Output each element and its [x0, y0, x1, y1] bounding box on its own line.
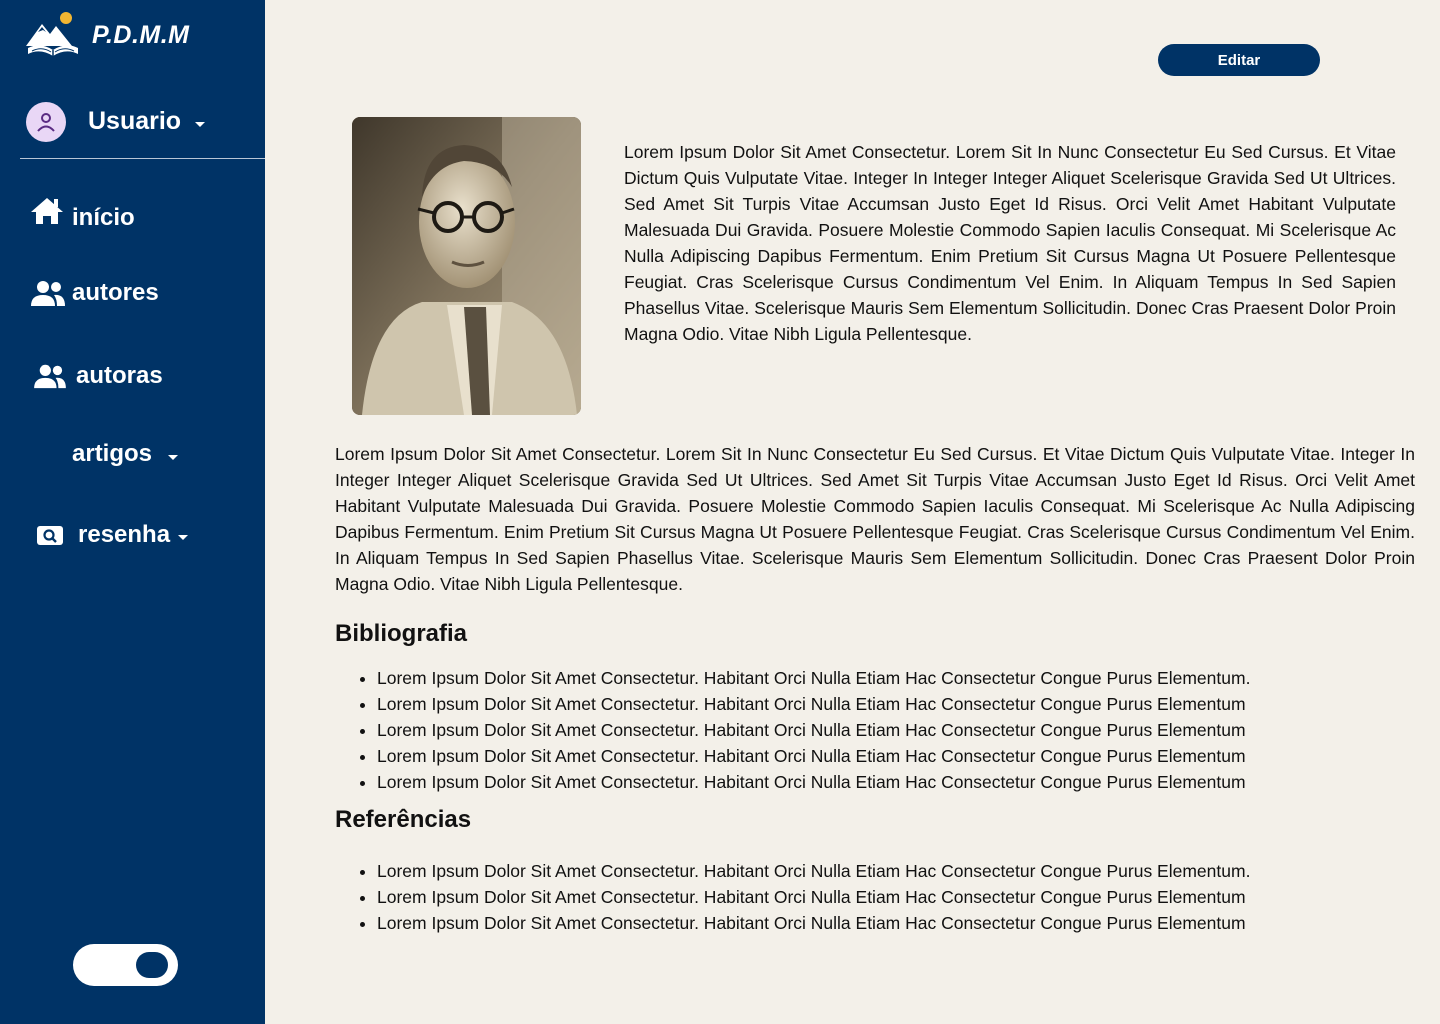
nav-item-autores[interactable]: autores	[30, 278, 159, 308]
people-icon	[33, 362, 69, 390]
nav-item-artigos[interactable]: artigos	[72, 440, 179, 468]
body-paragraph: Lorem Ipsum Dolor Sit Amet Consectetur. …	[335, 444, 1415, 594]
edit-button[interactable]: Editar	[1158, 44, 1320, 76]
theme-toggle[interactable]	[73, 944, 178, 986]
referencias-list: Lorem Ipsum Dolor Sit Amet Consectetur. …	[377, 858, 1407, 936]
people-icon	[30, 278, 66, 308]
logo[interactable]: P.D.M.M	[22, 10, 190, 60]
list-item: Lorem Ipsum Dolor Sit Amet Consectetur. …	[377, 858, 1407, 884]
toggle-knob	[136, 952, 168, 978]
list-item: Lorem Ipsum Dolor Sit Amet Consectetur. …	[377, 717, 1407, 743]
nav-label-autoras: autoras	[76, 362, 163, 389]
chevron-down-icon	[168, 454, 179, 460]
bibliografia-list: Lorem Ipsum Dolor Sit Amet Consectetur. …	[377, 665, 1407, 795]
book-mountain-sun-icon	[26, 12, 78, 56]
referencias-title: Referências	[335, 806, 472, 833]
sidebar: P.D.M.M Usuario início autores autoras a…	[0, 0, 265, 1024]
nav-item-resenha[interactable]: resenha	[36, 521, 189, 549]
list-item: Lorem Ipsum Dolor Sit Amet Consectetur. …	[377, 884, 1407, 910]
author-portrait	[352, 117, 581, 415]
chevron-down-icon	[178, 534, 189, 540]
nav-label-autores: autores	[72, 279, 159, 306]
nav-item-autoras[interactable]: autoras	[30, 362, 163, 390]
list-item: Lorem Ipsum Dolor Sit Amet Consectetur. …	[377, 769, 1407, 795]
home-icon	[30, 196, 66, 226]
chevron-down-icon	[195, 122, 206, 127]
list-item: Lorem Ipsum Dolor Sit Amet Consectetur. …	[377, 910, 1407, 936]
bibliografia-title: Bibliografia	[335, 620, 468, 647]
nav-item-inicio[interactable]: início	[30, 190, 135, 232]
nav-label-resenha: resenha	[78, 521, 171, 548]
list-item: Lorem Ipsum Dolor Sit Amet Consectetur. …	[377, 743, 1407, 769]
search-icon	[36, 523, 72, 547]
user-menu[interactable]: Usuario	[20, 94, 265, 159]
user-name: Usuario	[88, 107, 182, 135]
nav-label-artigos: artigos	[72, 440, 153, 467]
main-content: Editar Lorem Ipsum Dolor Sit Amet Consec…	[265, 0, 1440, 1024]
list-item: Lorem Ipsum Dolor Sit Amet Consectetur. …	[377, 665, 1407, 691]
user-avatar-icon	[26, 102, 66, 142]
intro-paragraph: Lorem Ipsum Dolor Sit Amet Consectetur. …	[624, 142, 1396, 344]
nav-label-inicio: início	[72, 204, 135, 231]
list-item: Lorem Ipsum Dolor Sit Amet Consectetur. …	[377, 691, 1407, 717]
logo-text: P.D.M.M	[92, 20, 190, 49]
